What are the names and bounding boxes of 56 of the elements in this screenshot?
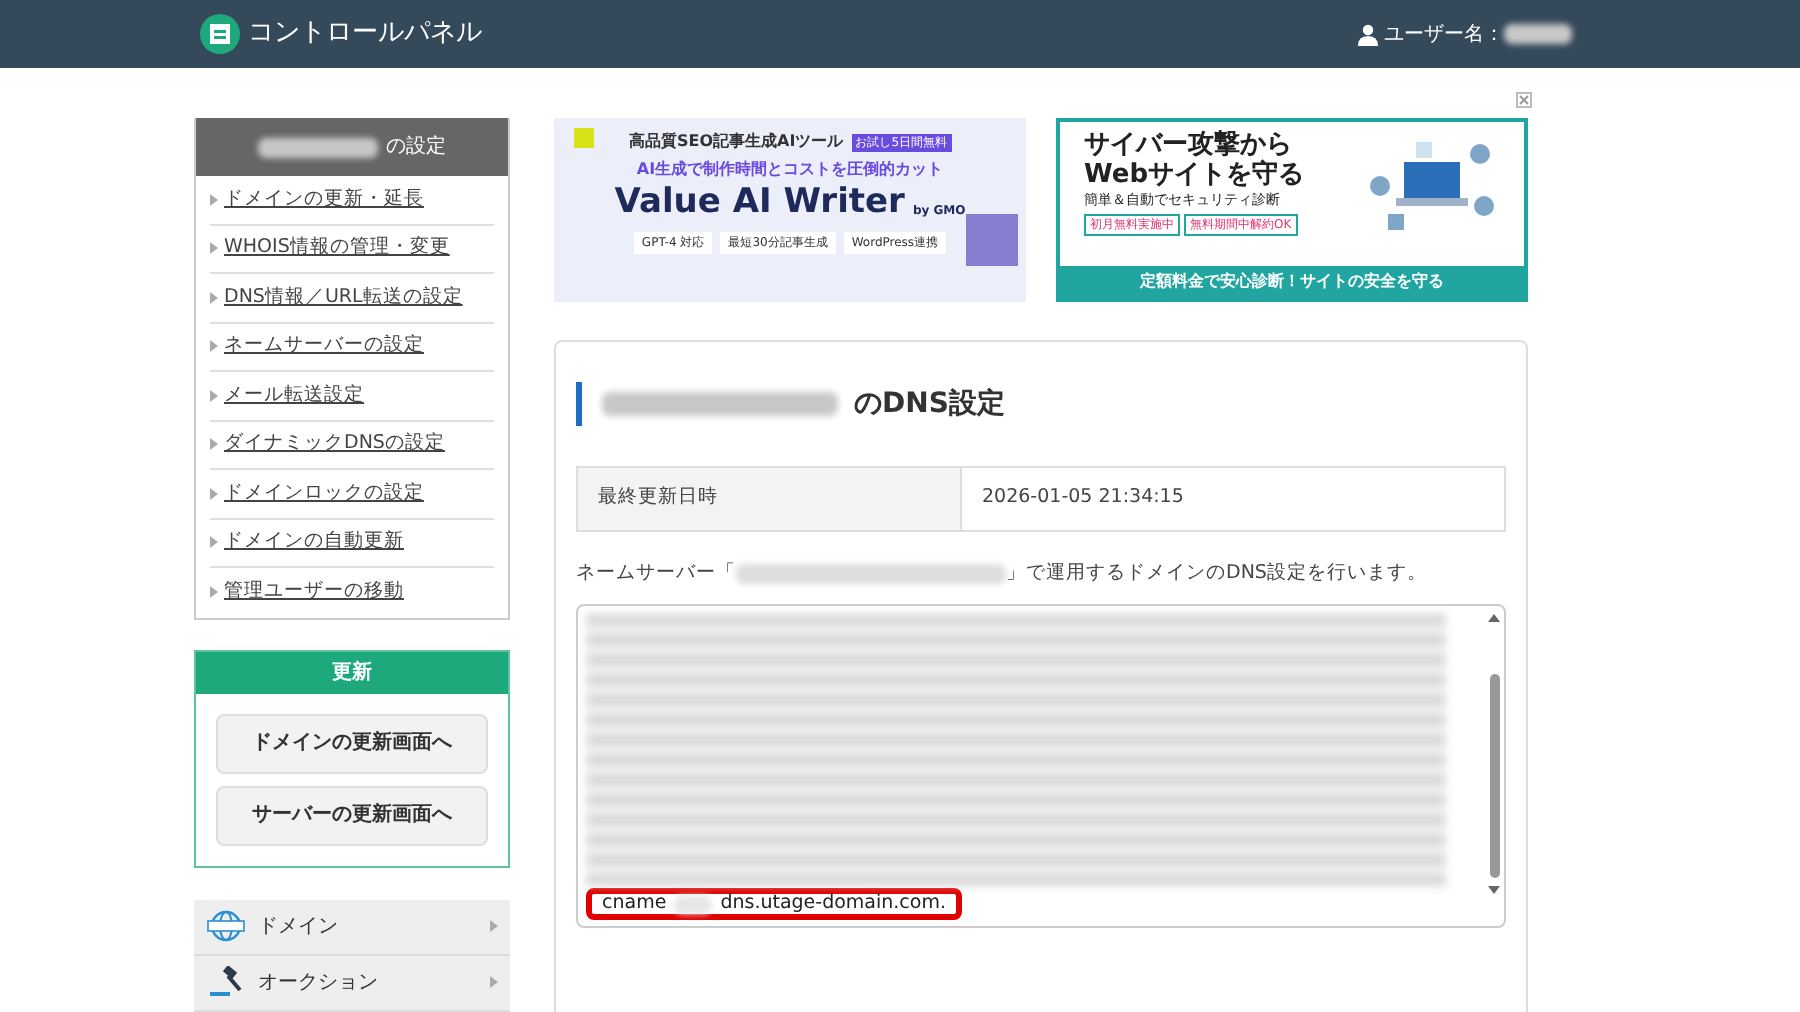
ad-headline: 高品質SEO記事生成AIツール — [628, 130, 844, 154]
description-text: ネームサーバー「 — [576, 560, 736, 588]
sidebar-link[interactable]: ダイナミックDNSの設定 — [224, 430, 445, 459]
panel-header: 更新 — [196, 651, 508, 693]
ad-headline: サイバー攻撃から — [1084, 130, 1294, 160]
bullet-icon — [210, 438, 218, 451]
square-decoration — [966, 214, 1018, 266]
user-icon — [1358, 23, 1378, 45]
table-cell: 2026-01-05 21:34:15 — [961, 467, 1505, 531]
bullet-icon — [210, 487, 218, 500]
bullet-icon — [210, 586, 218, 599]
ad-product-name: Value AI Writer — [614, 186, 905, 220]
record-type: cname — [602, 890, 667, 919]
description-text: 」で運用するドメインのDNS設定を行います。 — [1006, 560, 1427, 588]
square-decoration — [574, 128, 594, 148]
sidebar-link[interactable]: 管理ユーザーの移動 — [224, 578, 404, 607]
bullet-icon — [210, 536, 218, 549]
bullet-icon — [210, 291, 218, 304]
redacted-text — [1504, 24, 1572, 44]
update-button[interactable]: サーバーの更新画面へ — [216, 785, 488, 845]
bullet-icon — [210, 389, 218, 402]
sidebar-link[interactable]: ネームサーバーの設定 — [224, 332, 424, 361]
scroll-up-icon[interactable] — [1488, 614, 1500, 623]
globe-icon — [206, 910, 246, 942]
panel-logo-icon — [200, 14, 240, 54]
category-label: オークション — [258, 969, 378, 997]
category-menu-item[interactable]: ドメイン — [194, 899, 510, 955]
redacted-text — [258, 137, 378, 157]
bullet-icon — [210, 340, 218, 353]
redacted-text — [674, 895, 713, 914]
sidebar-link[interactable]: DNS情報／URL転送の設定 — [224, 283, 463, 312]
user-name-label: ユーザー名： — [1384, 21, 1504, 49]
sidebar-link[interactable]: ドメインの更新・延長 — [224, 185, 424, 214]
category-label: ドメイン — [258, 913, 338, 941]
bullet-icon — [210, 193, 218, 206]
category-menu-item[interactable]: オークション — [194, 955, 510, 1011]
chevron-icon — [490, 976, 498, 988]
ad-tagline: AI生成で制作時間とコストを圧倒的カット — [636, 158, 944, 182]
sidebar-link[interactable]: ドメインロックの設定 — [224, 479, 424, 508]
page-heading: のDNS設定 — [854, 385, 1005, 423]
chevron-icon — [490, 920, 498, 932]
ad-footer-bar: 定額料金で安心診断！サイトの安全を守る — [1060, 266, 1524, 298]
sidebar-link[interactable]: WHOIS情報の管理・変更 — [224, 234, 450, 263]
scroll-down-icon[interactable] — [1488, 886, 1500, 895]
gavel-icon — [206, 966, 246, 998]
app-title: コントロールパネル — [248, 16, 482, 53]
table-header-cell: 最終更新日時 — [577, 467, 961, 531]
sidebar-link[interactable]: メール転送設定 — [224, 381, 364, 410]
update-button[interactable]: ドメインの更新画面へ — [216, 713, 488, 773]
dns-records-textarea[interactable]: cname dns.utage-domain.com. — [576, 604, 1506, 929]
record-target: dns.utage-domain.com. — [720, 890, 946, 919]
close-icon[interactable] — [1516, 92, 1532, 108]
bullet-icon — [210, 242, 218, 255]
ad-headline: Webサイトを守る — [1084, 160, 1304, 190]
panel-title: の設定 — [386, 133, 446, 162]
sidebar-link[interactable]: ドメインの自動更新 — [224, 528, 404, 557]
